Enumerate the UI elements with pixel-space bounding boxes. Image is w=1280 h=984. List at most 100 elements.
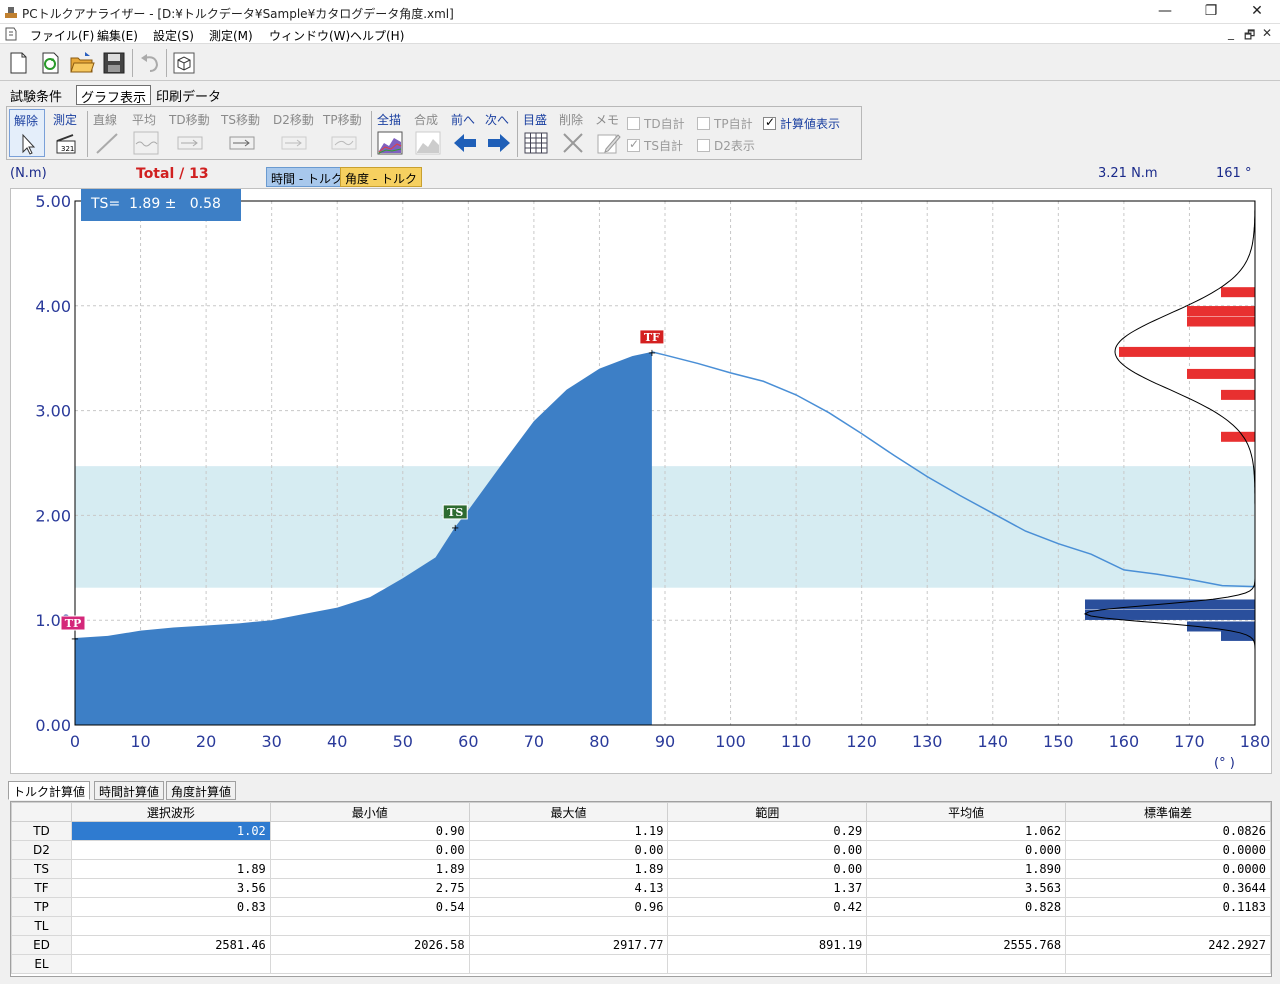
table-cell[interactable] bbox=[667, 954, 868, 974]
tp-auto-checkbox[interactable]: TP自計 bbox=[697, 115, 753, 132]
refresh-icon[interactable] bbox=[36, 49, 64, 77]
table-cell[interactable]: 0.29 bbox=[667, 821, 868, 841]
column-header[interactable]: 標準偏差 bbox=[1065, 802, 1271, 822]
mode-time-torque-tab[interactable]: 時間 - トルク bbox=[266, 167, 348, 187]
tab-test-conditions[interactable]: 試験条件 bbox=[6, 85, 66, 105]
row-header[interactable]: EL bbox=[11, 954, 72, 974]
table-cell[interactable]: 0.00 bbox=[667, 859, 868, 879]
column-header[interactable]: 平均値 bbox=[866, 802, 1067, 822]
table-cell[interactable] bbox=[269, 954, 470, 974]
table-cell[interactable]: 0.83 bbox=[70, 897, 271, 917]
tp-move-button[interactable]: TP移動 bbox=[321, 109, 367, 157]
table-cell[interactable]: 2.75 bbox=[269, 878, 470, 898]
tab-torque-calc[interactable]: トルク計算値 bbox=[8, 781, 91, 800]
draw-all-button[interactable]: 全描 bbox=[375, 109, 407, 157]
table-cell[interactable]: 0.3644 bbox=[1065, 878, 1271, 898]
row-header[interactable]: TL bbox=[11, 916, 72, 936]
previous-button[interactable]: 前へ bbox=[449, 109, 481, 157]
torque-angle-chart[interactable]: 0 10 20 30 40 50 60 70 80 90 100 110 120 130 140 150 160… bbox=[10, 188, 1272, 774]
table-cell[interactable]: 0.1183 bbox=[1065, 897, 1271, 917]
table-cell[interactable]: 1.89 bbox=[468, 859, 669, 879]
column-header[interactable]: 最小値 bbox=[269, 802, 470, 822]
delete-button[interactable]: 削除 bbox=[557, 109, 589, 157]
table-cell[interactable]: 242.2927 bbox=[1065, 935, 1271, 955]
memo-button[interactable]: メモ bbox=[593, 109, 625, 157]
table-cell[interactable]: 0.42 bbox=[667, 897, 868, 917]
menu-settings[interactable]: 設定(S) bbox=[153, 27, 194, 44]
table-cell[interactable] bbox=[70, 916, 271, 936]
next-button[interactable]: 次へ bbox=[483, 109, 515, 157]
table-cell[interactable]: 891.19 bbox=[667, 935, 868, 955]
table-cell[interactable] bbox=[70, 954, 271, 974]
show-calculated-checkbox[interactable]: ✓ 計算値表示 bbox=[763, 115, 840, 132]
undo-icon[interactable] bbox=[136, 49, 164, 77]
measure-button[interactable]: 測定 321 bbox=[49, 109, 83, 157]
close-button[interactable]: ✕ bbox=[1234, 0, 1280, 24]
menu-edit[interactable]: 編集(E) bbox=[97, 27, 138, 44]
minimize-button[interactable]: — bbox=[1142, 0, 1188, 24]
table-cell[interactable]: 2917.77 bbox=[468, 935, 669, 955]
row-header[interactable]: TS bbox=[11, 859, 72, 879]
tab-graph-view[interactable]: グラフ表示 bbox=[76, 85, 152, 106]
table-cell[interactable] bbox=[1065, 954, 1271, 974]
tab-angle-calc[interactable]: 角度計算値 bbox=[166, 781, 237, 800]
table-cell[interactable] bbox=[468, 954, 669, 974]
row-header[interactable]: TP bbox=[11, 897, 72, 917]
scale-button[interactable]: 目盛 bbox=[521, 109, 553, 157]
table-cell[interactable]: 0.828 bbox=[866, 897, 1067, 917]
table-cell[interactable]: 0.00 bbox=[667, 840, 868, 860]
table-cell[interactable] bbox=[866, 916, 1067, 936]
mdi-restore-button[interactable]: 🗗 bbox=[1244, 26, 1255, 47]
menu-file[interactable]: ファイル(F) bbox=[30, 27, 94, 44]
table-cell[interactable]: 4.13 bbox=[468, 878, 669, 898]
table-cell[interactable]: 1.19 bbox=[468, 821, 669, 841]
d2-display-checkbox[interactable]: D2表示 bbox=[697, 137, 755, 154]
mode-angle-torque-tab[interactable]: 角度 - トルク bbox=[340, 167, 422, 187]
table-cell[interactable]: 3.563 bbox=[866, 878, 1067, 898]
table-cell[interactable]: 2581.46 bbox=[70, 935, 271, 955]
td-move-button[interactable]: TD移動 bbox=[167, 109, 213, 157]
mdi-close-button[interactable]: ✕ bbox=[1262, 26, 1272, 40]
save-icon[interactable] bbox=[100, 49, 128, 77]
menu-measure[interactable]: 測定(M) bbox=[209, 27, 253, 44]
table-cell[interactable]: 2555.768 bbox=[866, 935, 1067, 955]
menu-window[interactable]: ウィンドウ(W) bbox=[269, 27, 350, 44]
table-cell[interactable] bbox=[866, 954, 1067, 974]
table-cell[interactable]: 0.54 bbox=[269, 897, 470, 917]
table-cell[interactable] bbox=[468, 916, 669, 936]
table-cell[interactable]: 3.56 bbox=[70, 878, 271, 898]
straight-line-button[interactable]: 直線 bbox=[91, 109, 123, 157]
row-header[interactable]: TF bbox=[11, 878, 72, 898]
table-cell[interactable]: 1.890 bbox=[866, 859, 1067, 879]
table-cell[interactable] bbox=[667, 916, 868, 936]
td-auto-checkbox[interactable]: TD自計 bbox=[627, 115, 685, 132]
tab-print-data[interactable]: 印刷データ bbox=[152, 85, 225, 105]
table-cell[interactable] bbox=[70, 840, 271, 860]
ts-move-button[interactable]: TS移動 bbox=[219, 109, 265, 157]
release-button[interactable]: 解除 bbox=[9, 109, 45, 157]
table-cell[interactable] bbox=[1065, 916, 1271, 936]
open-folder-icon[interactable] bbox=[68, 49, 96, 77]
column-header[interactable]: 最大値 bbox=[468, 802, 669, 822]
table-cell[interactable] bbox=[269, 916, 470, 936]
restore-button[interactable]: ❐ bbox=[1188, 0, 1234, 24]
table-cell[interactable]: 0.90 bbox=[269, 821, 470, 841]
column-header[interactable] bbox=[11, 802, 72, 822]
row-header[interactable]: TD bbox=[11, 821, 72, 841]
table-cell[interactable]: 1.02 bbox=[70, 821, 271, 841]
row-header[interactable]: D2 bbox=[11, 840, 72, 860]
tab-time-calc[interactable]: 時間計算値 bbox=[94, 781, 165, 800]
cube-icon[interactable] bbox=[170, 49, 198, 77]
table-cell[interactable]: 0.96 bbox=[468, 897, 669, 917]
table-cell[interactable]: 1.89 bbox=[70, 859, 271, 879]
ts-auto-checkbox[interactable]: ✓ TS自計 bbox=[627, 137, 683, 154]
column-header[interactable]: 範囲 bbox=[667, 802, 868, 822]
table-cell[interactable]: 0.00 bbox=[468, 840, 669, 860]
table-cell[interactable]: 2026.58 bbox=[269, 935, 470, 955]
table-cell[interactable]: 0.000 bbox=[866, 840, 1067, 860]
average-button[interactable]: 平均 bbox=[129, 109, 163, 157]
table-cell[interactable]: 0.0826 bbox=[1065, 821, 1271, 841]
table-cell[interactable]: 0.0000 bbox=[1065, 840, 1271, 860]
menu-help[interactable]: ヘルプ(H) bbox=[350, 27, 404, 44]
d2-move-button[interactable]: D2移動 bbox=[271, 109, 317, 157]
